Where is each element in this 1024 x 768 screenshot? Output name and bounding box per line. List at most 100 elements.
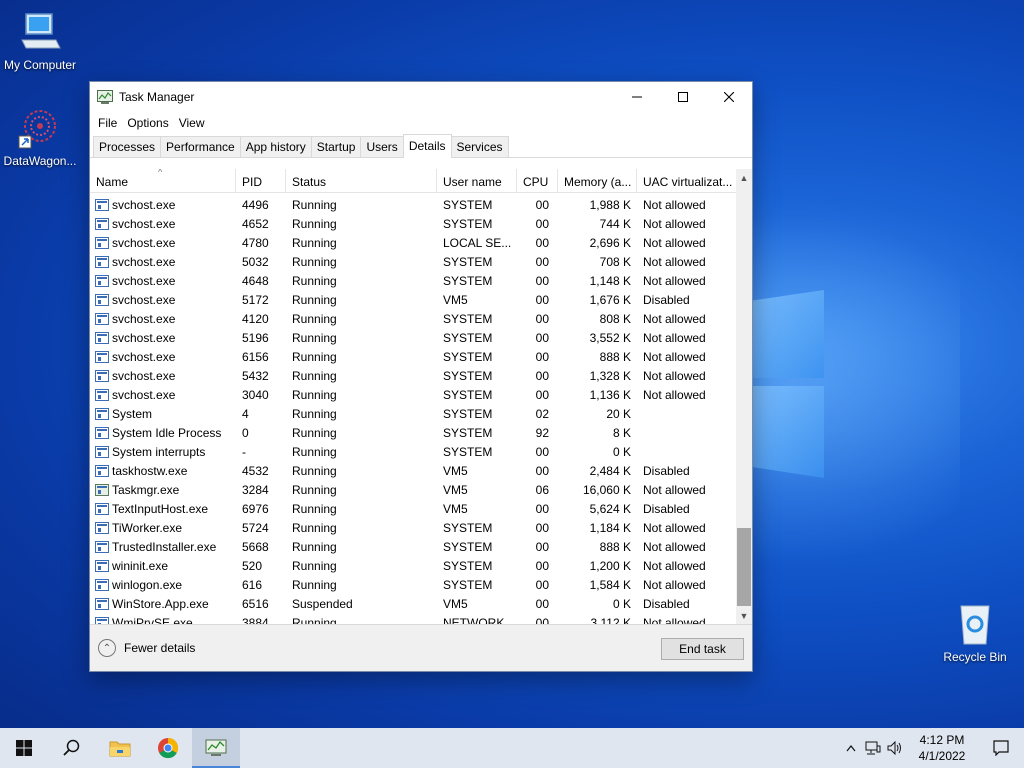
column-header-user-name[interactable]: User name xyxy=(437,169,517,192)
column-header-memory[interactable]: Memory (a... xyxy=(558,169,637,192)
user-name-cell: SYSTEM xyxy=(443,197,493,212)
fewer-details-toggle[interactable]: ⌃ Fewer details xyxy=(98,639,195,657)
table-row[interactable]: svchost.exe 5432 Running SYSTEM 00 1,328 K Not… xyxy=(90,366,736,385)
cpu-cell: 00 xyxy=(535,311,549,326)
clock[interactable]: 4:12 PM 4/1/2022 xyxy=(906,732,978,764)
table-row[interactable]: System 4 Running SYSTEM 02 20 K xyxy=(90,404,736,423)
table-row[interactable]: System Idle Process 0 Running SYSTEM 92 8 K xyxy=(90,423,736,442)
table-row[interactable]: wininit.exe 520 Running SYSTEM 00 1,200 K Not … xyxy=(90,556,736,575)
process-icon xyxy=(95,616,109,624)
table-row[interactable]: TextInputHost.exe 6976 Running VM5 00 5,624 K… xyxy=(90,499,736,518)
maximize-button[interactable] xyxy=(660,82,706,112)
close-button[interactable] xyxy=(706,82,752,112)
table-row[interactable]: svchost.exe 4652 Running SYSTEM 00 744 K Not a… xyxy=(90,214,736,233)
network-icon[interactable] xyxy=(862,728,884,768)
uac-cell: Not allowed xyxy=(643,539,706,554)
cpu-cell: 00 xyxy=(535,501,549,516)
taskbar-file-explorer[interactable] xyxy=(96,728,144,768)
status-cell: Running xyxy=(292,254,337,269)
column-header-name[interactable]: ^ Name xyxy=(90,169,236,192)
process-name-cell: svchost.exe xyxy=(90,236,236,250)
desktop-icon-my-computer[interactable]: My Computer xyxy=(0,10,80,72)
table-row[interactable]: TrustedInstaller.exe 5668 Running SYSTEM 00 8… xyxy=(90,537,736,556)
table-row[interactable]: winlogon.exe 616 Running SYSTEM 00 1,584 K Not… xyxy=(90,575,736,594)
task-manager-icon xyxy=(97,90,113,104)
memory-cell: 2,484 K xyxy=(589,463,631,478)
table-row[interactable]: svchost.exe 5196 Running SYSTEM 00 3,552 K Not… xyxy=(90,328,736,347)
table-row[interactable]: WmiPrvSE.exe 3884 Running NETWORK ... 00 3,11… xyxy=(90,613,736,624)
windows-start-icon xyxy=(16,740,32,756)
tab-processes[interactable]: Processes xyxy=(93,136,162,157)
status-cell: Running xyxy=(292,235,337,250)
menu-options[interactable]: Options xyxy=(122,116,173,130)
memory-cell: 1,988 K xyxy=(589,197,631,212)
process-name-cell: svchost.exe xyxy=(90,274,236,288)
table-row[interactable]: svchost.exe 5032 Running SYSTEM 00 708 K Not a… xyxy=(90,252,736,271)
process-name-cell: taskhostw.exe xyxy=(90,464,236,478)
table-row[interactable]: svchost.exe 5172 Running VM5 00 1,676 K Disabl… xyxy=(90,290,736,309)
tab-details[interactable]: Details xyxy=(402,134,452,158)
table-row[interactable]: svchost.exe 3040 Running SYSTEM 00 1,136 K Not… xyxy=(90,385,736,404)
memory-cell: 16,060 K xyxy=(582,482,631,497)
table-row[interactable]: WinStore.App.exe 6516 Suspended VM5 00 0 K Dis… xyxy=(90,594,736,613)
column-header-cpu[interactable]: CPU xyxy=(517,169,558,192)
taskbar-chrome[interactable] xyxy=(144,728,192,768)
process-icon xyxy=(95,274,109,287)
cpu-cell: 00 xyxy=(535,330,549,345)
column-header-uac-virtualization[interactable]: UAC virtualizat... xyxy=(637,169,736,192)
vertical-scrollbar[interactable]: ▲ ▼ xyxy=(736,169,752,624)
table-row[interactable]: Taskmgr.exe 3284 Running VM5 06 16,060 K Not a… xyxy=(90,480,736,499)
pid-cell: - xyxy=(242,444,246,459)
column-header-status[interactable]: Status xyxy=(286,169,437,192)
tab-app-history[interactable]: App history xyxy=(239,136,312,157)
status-cell: Running xyxy=(292,292,337,307)
volume-icon[interactable] xyxy=(884,728,906,768)
table-row[interactable]: svchost.exe 4648 Running SYSTEM 00 1,148 K Not… xyxy=(90,271,736,290)
cpu-cell: 00 xyxy=(535,615,549,625)
user-name-cell: VM5 xyxy=(443,463,468,478)
process-name-cell: svchost.exe xyxy=(90,293,236,307)
minimize-button[interactable] xyxy=(614,82,660,112)
status-cell: Running xyxy=(292,406,337,421)
cpu-cell: 00 xyxy=(535,235,549,250)
scroll-up-icon[interactable]: ▲ xyxy=(736,169,752,186)
start-button[interactable] xyxy=(0,728,48,768)
user-name-cell: VM5 xyxy=(443,292,468,307)
chevron-up-icon[interactable] xyxy=(840,728,862,768)
tab-performance[interactable]: Performance xyxy=(160,136,241,157)
menu-file[interactable]: File xyxy=(93,116,122,130)
table-row[interactable]: taskhostw.exe 4532 Running VM5 00 2,484 K Disa… xyxy=(90,461,736,480)
tab-users[interactable]: Users xyxy=(360,136,404,157)
tab-startup[interactable]: Startup xyxy=(310,136,362,157)
pid-cell: 4496 xyxy=(242,197,269,212)
status-cell: Running xyxy=(292,273,337,288)
desktop-icon-datawagon[interactable]: DataWagon... xyxy=(0,106,80,168)
pid-cell: 5724 xyxy=(242,520,269,535)
scrollbar-thumb[interactable] xyxy=(737,528,751,606)
uac-cell: Disabled xyxy=(643,596,690,611)
table-row[interactable]: svchost.exe 4120 Running SYSTEM 00 808 K Not a… xyxy=(90,309,736,328)
scroll-down-icon[interactable]: ▼ xyxy=(736,607,752,624)
table-row[interactable]: svchost.exe 4496 Running SYSTEM 00 1,988 K Not… xyxy=(90,195,736,214)
cpu-cell: 00 xyxy=(535,577,549,592)
memory-cell: 8 K xyxy=(612,425,631,440)
end-task-button[interactable]: End task xyxy=(661,638,744,660)
memory-cell: 888 K xyxy=(599,349,631,364)
column-header-pid[interactable]: PID xyxy=(236,169,286,192)
table-row[interactable]: svchost.exe 6156 Running SYSTEM 00 888 K Not a… xyxy=(90,347,736,366)
title-bar[interactable]: Task Manager xyxy=(90,82,752,112)
close-icon xyxy=(724,92,734,102)
tab-services[interactable]: Services xyxy=(450,136,509,157)
status-cell: Running xyxy=(292,539,337,554)
search-button[interactable] xyxy=(48,728,96,768)
pid-cell: 4 xyxy=(242,406,249,421)
minimize-icon xyxy=(632,96,642,98)
process-icon xyxy=(95,293,109,306)
table-row[interactable]: TiWorker.exe 5724 Running SYSTEM 00 1,184 K No… xyxy=(90,518,736,537)
table-row[interactable]: System interrupts - Running SYSTEM 00 0 K xyxy=(90,442,736,461)
taskbar-task-manager[interactable] xyxy=(192,728,240,768)
menu-view[interactable]: View xyxy=(174,116,210,130)
notification-center-button[interactable] xyxy=(978,728,1024,768)
table-row[interactable]: svchost.exe 4780 Running LOCAL SE... 00 2,696… xyxy=(90,233,736,252)
desktop-icon-recycle-bin[interactable]: Recycle Bin xyxy=(935,602,1015,664)
